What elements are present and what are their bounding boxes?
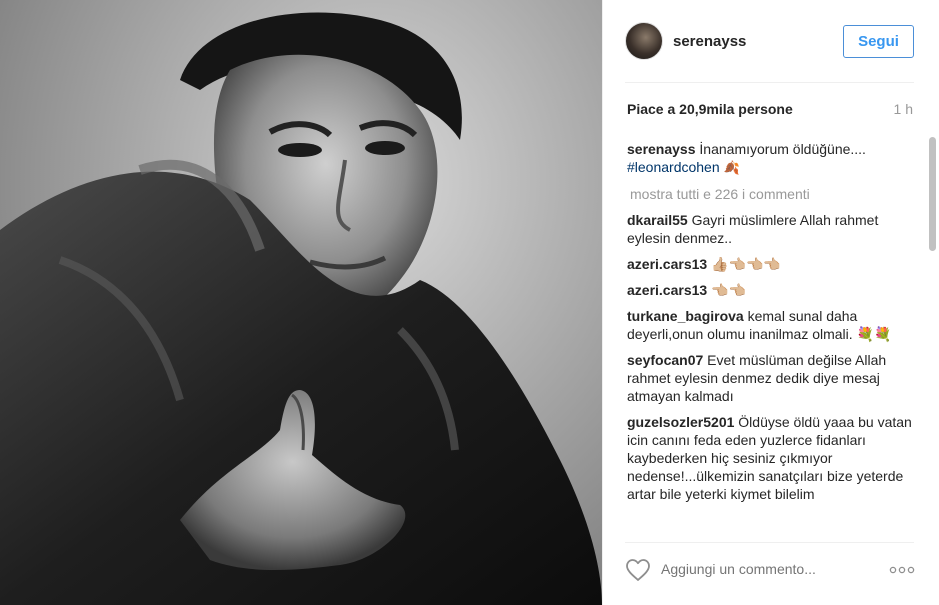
post-header: serenayss Segui <box>603 0 939 82</box>
comment-item: guzelsozler5201 Öldüyse öldü yaaa bu vat… <box>627 413 917 503</box>
post-photo[interactable] <box>0 0 602 605</box>
avatar[interactable] <box>625 22 663 60</box>
comment-username[interactable]: azeri.cars13 <box>627 282 707 298</box>
portrait-illustration <box>0 12 602 605</box>
scrollbar-thumb[interactable] <box>929 137 936 251</box>
view-all-comments-link[interactable]: mostra tutti e 226 i commenti <box>630 185 917 203</box>
comment-username[interactable]: guzelsozler5201 <box>627 414 734 430</box>
comment-username[interactable]: azeri.cars13 <box>627 256 707 272</box>
post-time[interactable]: 1 h <box>894 101 913 117</box>
header-username[interactable]: serenayss <box>673 33 746 50</box>
comment-username[interactable]: seyfocan07 <box>627 352 703 368</box>
comment-username[interactable]: dkarail55 <box>627 212 688 228</box>
caption-text: İnanamıyorum öldüğüne.... <box>699 141 866 157</box>
caption-emoji: 🍂 <box>723 160 740 175</box>
comment-text: 👍🏼👈🏼👈🏼👈🏼 <box>711 256 781 272</box>
comment-username[interactable]: turkane_bagirova <box>627 308 744 324</box>
caption-username[interactable]: serenayss <box>627 141 696 157</box>
comments-list: serenayss İnanamıyorum öldüğüne.... #leo… <box>627 140 917 536</box>
hashtag-link[interactable]: #leonardcohen <box>627 159 720 175</box>
more-options-icon[interactable] <box>889 566 915 574</box>
comment-text: 👈🏼👈🏼 <box>711 282 746 298</box>
footer-divider <box>625 542 914 543</box>
post-details-panel: serenayss Segui Piace a 20,9mila persone… <box>602 0 939 605</box>
likes-count[interactable]: Piace a 20,9mila persone <box>627 101 793 117</box>
comment-item: seyfocan07 Evet müslüman değilse Allah r… <box>627 351 917 405</box>
add-comment-input[interactable] <box>661 561 861 577</box>
comment-item: dkarail55 Gayri müslimlere Allah rahmet … <box>627 211 917 247</box>
comment-item: azeri.cars13 👍🏼👈🏼👈🏼👈🏼 <box>627 255 917 273</box>
header-divider <box>625 82 914 83</box>
comment-item: turkane_bagirova kemal sunal daha deyerl… <box>627 307 917 343</box>
heart-icon[interactable] <box>625 558 651 582</box>
comments-scrollbar[interactable] <box>929 135 937 535</box>
follow-button[interactable]: Segui <box>843 25 914 58</box>
comment-item: azeri.cars13 👈🏼👈🏼 <box>627 281 917 299</box>
caption: serenayss İnanamıyorum öldüğüne.... #leo… <box>627 140 917 177</box>
